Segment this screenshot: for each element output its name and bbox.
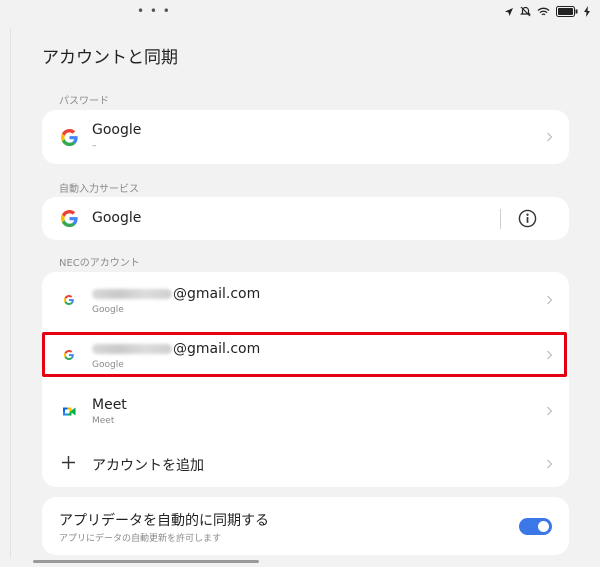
sync-card[interactable]: アプリデータを自動的に同期する アプリにデータの自動更新を許可します: [42, 497, 569, 555]
location-icon: [505, 7, 513, 16]
add-account-label: アカウントを追加: [92, 458, 204, 474]
redacted-email: [92, 289, 172, 299]
section-label-password: パスワード: [59, 96, 109, 107]
chevron-right-icon: [547, 350, 553, 360]
chevron-right-icon: [547, 132, 553, 142]
battery-icon: [556, 6, 578, 17]
password-card[interactable]: Google –: [42, 110, 569, 164]
pane-edge: [10, 28, 11, 558]
info-icon[interactable]: [518, 209, 537, 228]
autofill-card[interactable]: Google: [42, 197, 569, 240]
password-item-subtitle: –: [92, 141, 97, 151]
charging-icon: [584, 6, 590, 17]
account-provider: Google: [92, 360, 124, 370]
google-icon: [64, 295, 74, 305]
password-item-title: Google: [92, 122, 142, 138]
notifications-off-icon: [520, 6, 531, 17]
home-indicator[interactable]: [33, 560, 259, 563]
chevron-right-icon: [547, 295, 553, 305]
auto-sync-toggle[interactable]: [519, 518, 552, 535]
status-bar: [504, 6, 590, 17]
meet-provider: Meet: [92, 416, 115, 426]
account-provider: Google: [92, 305, 124, 315]
page-title: アカウントと同期: [42, 48, 178, 68]
section-label-accounts: NECのアカウント: [59, 258, 140, 269]
more-dots[interactable]: • • •: [137, 4, 171, 18]
section-label-autofill: 自動入力サービス: [59, 184, 139, 195]
autofill-item-title: Google: [92, 210, 142, 226]
google-icon: [61, 210, 78, 227]
account-row-2[interactable]: @gmail.com Google: [42, 328, 569, 383]
accounts-card: @gmail.com Google @gmail.com Google Meet…: [42, 272, 569, 487]
meet-icon: [63, 407, 76, 416]
add-account-row[interactable]: アカウントを追加: [42, 440, 569, 487]
chevron-right-icon: [547, 406, 553, 416]
google-icon: [64, 350, 74, 360]
email-suffix: @gmail.com: [173, 341, 261, 357]
vertical-divider: [500, 209, 501, 229]
account-row-1[interactable]: @gmail.com Google: [42, 272, 569, 327]
sync-title: アプリデータを自動的に同期する: [59, 513, 269, 529]
google-icon: [61, 129, 78, 146]
meet-title: Meet: [92, 397, 127, 413]
redacted-email: [92, 344, 172, 354]
chevron-right-icon: [547, 459, 553, 469]
wifi-icon: [537, 7, 550, 15]
plus-icon: [62, 456, 75, 469]
sync-subtitle: アプリにデータの自動更新を許可します: [59, 534, 222, 544]
account-email: @gmail.com: [92, 341, 260, 357]
email-suffix: @gmail.com: [173, 286, 261, 302]
account-row-meet[interactable]: Meet Meet: [42, 384, 569, 439]
account-email: @gmail.com: [92, 286, 260, 302]
